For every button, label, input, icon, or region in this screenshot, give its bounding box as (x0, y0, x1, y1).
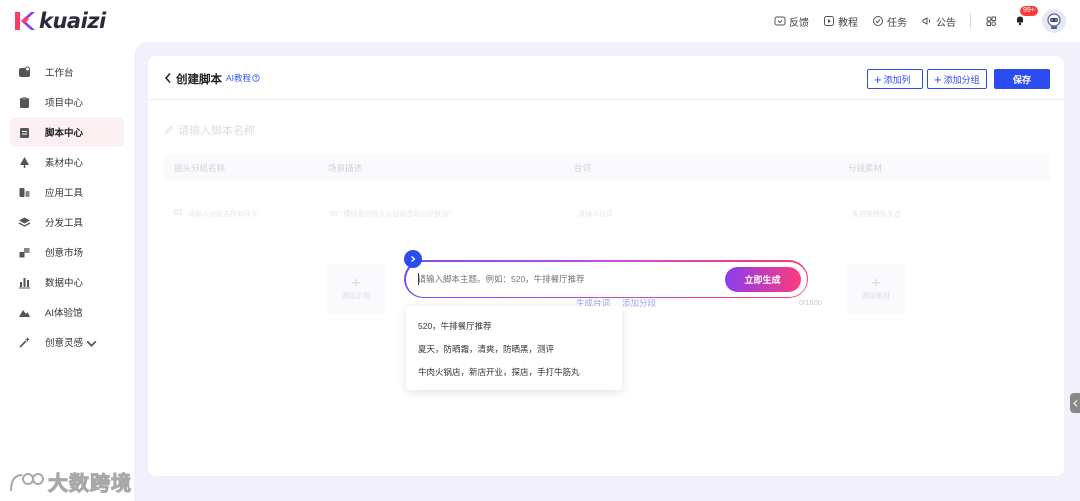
sidebar-item-label: 创意市场 (45, 248, 84, 259)
sidebar-item-label: 创意灵感 (45, 338, 84, 349)
apps-button[interactable] (985, 15, 1000, 27)
sidebar-item-label: 分发工具 (45, 218, 84, 229)
watermark-logo-icon (10, 472, 44, 491)
nav-divider (970, 13, 971, 29)
tutorial-label: 教程 (838, 17, 858, 29)
add-group-label: 添加分组 (943, 74, 980, 85)
tasks-link[interactable]: 任务 (872, 14, 907, 29)
top-bar: kuaizi 反馈 教程 任务 公告 99+ (0, 0, 1080, 42)
watermark-text: 大数跨境 (48, 473, 132, 496)
side-panel-handle[interactable] (1070, 393, 1080, 413)
suggestion-item[interactable]: 牛肉火锅店，新店开业，探店，手打牛筋丸 (418, 366, 580, 378)
apps-icon (986, 16, 996, 26)
add-column-button[interactable]: + 添加列 (867, 69, 923, 89)
back-arrow-icon[interactable] (164, 72, 172, 84)
notification-button[interactable]: 99+ (1014, 5, 1038, 29)
market-icon (19, 247, 30, 257)
sidebar-item-creative-market[interactable]: 创意市场 (10, 237, 124, 267)
mountain-icon (19, 309, 30, 317)
add-column-label: 添加列 (883, 74, 911, 85)
sidebar-item-label: 应用工具 (45, 188, 84, 199)
sidebar-item-label: 数据中心 (45, 278, 84, 289)
sidebar-item-scripts[interactable]: 脚本中心 (10, 117, 124, 147)
chevron-right-icon (411, 256, 416, 262)
save-button[interactable]: 保存 (994, 69, 1050, 89)
ai-prompt-bar: 立即生成 (404, 260, 808, 298)
top-nav: 反馈 教程 任务 公告 99+ (774, 0, 1080, 42)
brand-logo[interactable]: kuaizi (14, 9, 106, 33)
sidebar-item-projects[interactable]: 项目中心 (10, 87, 124, 117)
char-count: 0/1500 (799, 298, 822, 307)
notice-link[interactable]: 公告 (921, 14, 956, 29)
sidebar-item-ai-lab[interactable]: AI体验馆 (10, 297, 124, 327)
workbench-icon (19, 66, 30, 77)
suggestion-item[interactable]: 夏天，防晒霜，清爽，防晒黑，测评 (418, 343, 554, 355)
suggestion-item[interactable]: 520，牛排餐厅推荐 (418, 320, 492, 332)
chevron-left-icon (1072, 399, 1077, 407)
help-circle-icon (252, 74, 260, 82)
feedback-icon (774, 16, 786, 26)
layers-icon (18, 217, 31, 227)
magic-wand-icon (19, 336, 30, 348)
brand-name: kuaizi (39, 9, 106, 33)
add-group-button[interactable]: + 添加分组 (927, 69, 987, 89)
robot-avatar-icon (1047, 13, 1061, 29)
bar-chart-icon (19, 277, 30, 288)
sidebar-item-distribution[interactable]: 分发工具 (10, 207, 124, 237)
script-icon (20, 127, 29, 138)
text-caret (417, 272, 419, 285)
sidebar-item-inspiration[interactable]: 创意灵感 (10, 327, 124, 357)
tutorial-icon (824, 16, 834, 26)
tools-icon (19, 187, 30, 197)
clipboard-icon (20, 96, 29, 108)
watermark: 大数跨境 (8, 467, 132, 496)
editor-header: 创建脚本 AI教程 + 添加列 + 添加分组 保存 (148, 56, 1064, 100)
notice-label: 公告 (936, 17, 956, 29)
ai-prompt-inner: 立即生成 (405, 261, 807, 297)
sidebar-item-label: 素材中心 (45, 158, 84, 169)
generate-now-button[interactable]: 立即生成 (724, 266, 801, 292)
chevron-down-icon (86, 340, 97, 347)
suggestion-dropdown: 520，牛排餐厅推荐 夏天，防晒霜，清爽，防晒黑，测评 牛肉火锅店，新店开业，探… (406, 306, 622, 390)
sidebar-item-label: 脚本中心 (45, 128, 84, 139)
plus-icon: + (874, 71, 882, 87)
tasks-icon (873, 16, 883, 26)
sidebar-item-label: 项目中心 (45, 98, 84, 109)
ai-tutorial-label: AI教程 (226, 73, 252, 83)
tasks-label: 任务 (887, 17, 907, 29)
sidebar-item-data-center[interactable]: 数据中心 (10, 267, 124, 297)
notification-badge: 99+ (1020, 5, 1038, 16)
feedback-link[interactable]: 反馈 (774, 14, 809, 29)
sidebar-item-label: AI体验馆 (45, 308, 83, 319)
ai-tutorial-link[interactable]: AI教程 (226, 72, 260, 84)
plus-icon: + (934, 71, 942, 87)
user-avatar[interactable] (1042, 9, 1066, 33)
collapse-toggle-button[interactable] (404, 250, 422, 268)
sidebar-item-app-tools[interactable]: 应用工具 (10, 177, 124, 207)
ai-prompt-input[interactable] (417, 273, 708, 284)
sidebar: 工作台 项目中心 脚本中心 素材中心 应用工具 分发工具 创意市场 数据中心 A… (0, 42, 134, 501)
sidebar-item-materials[interactable]: 素材中心 (10, 147, 124, 177)
tutorial-link[interactable]: 教程 (823, 14, 858, 29)
sidebar-item-workbench[interactable]: 工作台 (10, 57, 124, 87)
megaphone-icon (922, 17, 931, 25)
kuaizi-logo-icon (15, 12, 35, 30)
feedback-label: 反馈 (789, 17, 809, 29)
add-segment-link[interactable]: 添加分段 (622, 297, 656, 309)
page-title: 创建脚本 (176, 74, 222, 86)
sidebar-item-label: 工作台 (45, 68, 74, 79)
tree-icon (20, 156, 29, 168)
